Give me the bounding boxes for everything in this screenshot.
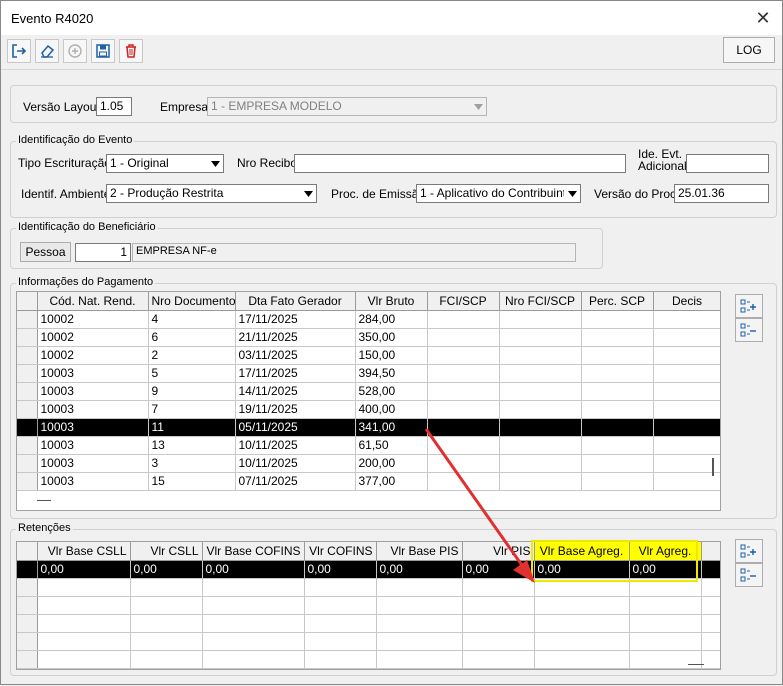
annotation-arrow-icon xyxy=(424,428,535,583)
evento-r4020-window: Evento R4020 ✕ LOG Versão Layout 1.05 Em… xyxy=(0,0,783,685)
